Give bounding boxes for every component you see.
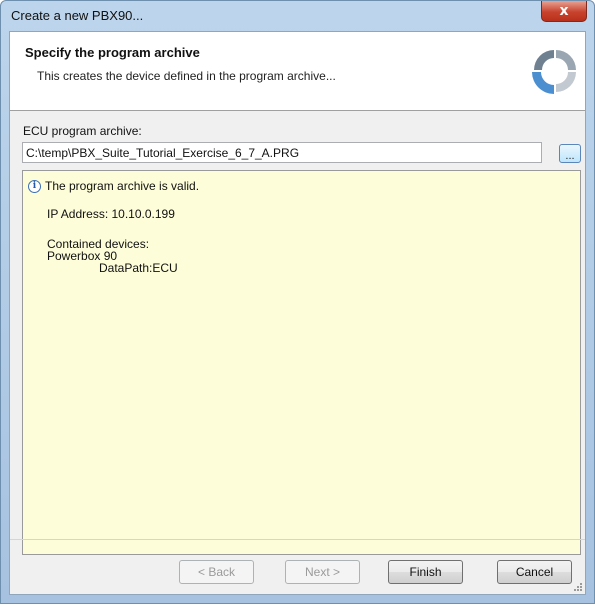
- close-icon: x: [559, 3, 569, 19]
- dialog-client: Specify the program archive This creates…: [9, 31, 586, 595]
- resize-grip-icon[interactable]: [573, 582, 583, 592]
- browse-button[interactable]: ...: [559, 144, 581, 163]
- cancel-button[interactable]: Cancel: [497, 560, 572, 584]
- wizard-window: Create a new PBX90... x Specify the prog…: [0, 0, 595, 604]
- footer-divider: [10, 539, 585, 540]
- back-button[interactable]: < Back: [179, 560, 254, 584]
- next-button[interactable]: Next >: [285, 560, 360, 584]
- wizard-header: Specify the program archive This creates…: [10, 32, 585, 111]
- page-title: Specify the program archive: [25, 45, 200, 60]
- ip-address-line: IP Address: 10.10.0.199: [47, 207, 175, 221]
- device-datapath: DataPath:ECU: [99, 261, 178, 275]
- archive-label: ECU program archive:: [23, 124, 142, 138]
- archive-path-input[interactable]: [22, 142, 542, 163]
- window-title: Create a new PBX90...: [11, 8, 144, 23]
- finish-button[interactable]: Finish: [388, 560, 463, 584]
- close-button[interactable]: x: [541, 1, 587, 22]
- wizard-logo-icon: [532, 50, 576, 94]
- page-subtitle: This creates the device defined in the p…: [37, 69, 336, 83]
- valid-message: The program archive is valid.: [45, 179, 200, 193]
- info-icon: i: [28, 180, 41, 193]
- validation-info-panel: i The program archive is valid. IP Addre…: [22, 170, 581, 555]
